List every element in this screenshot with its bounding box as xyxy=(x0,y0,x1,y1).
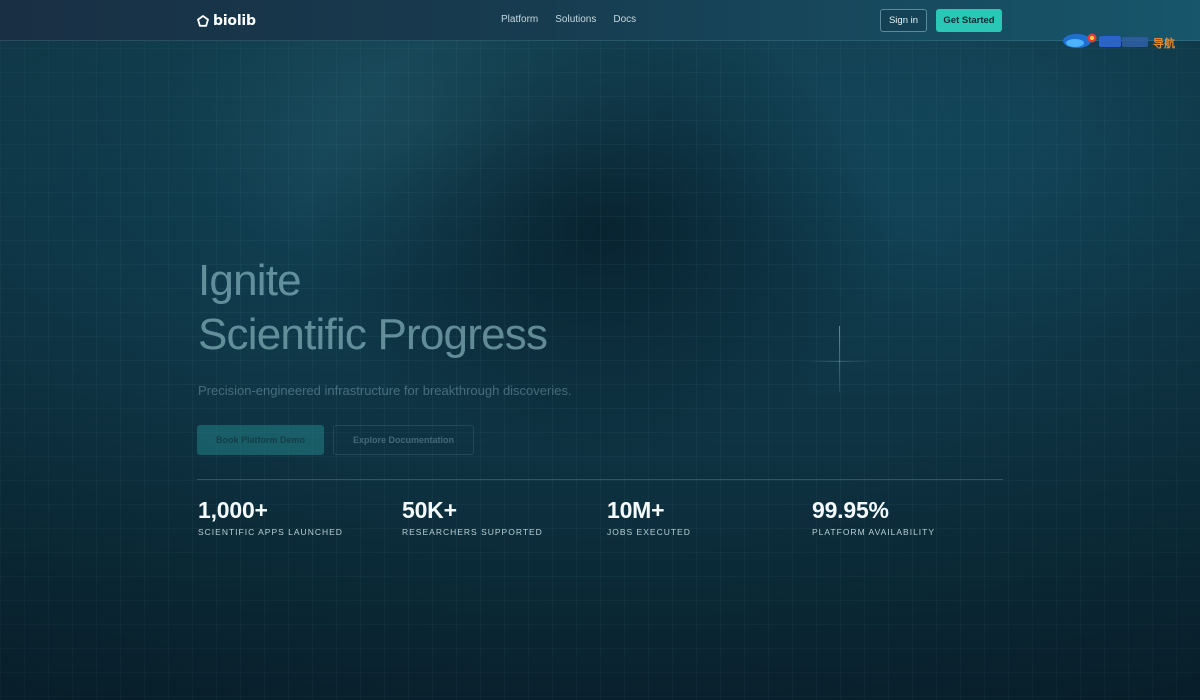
hero-title: Ignite Scientific Progress xyxy=(198,254,548,362)
background-vignette xyxy=(0,0,1200,700)
stat-value: 1,000+ xyxy=(198,497,268,523)
hero-title-line-1: Ignite xyxy=(198,256,302,305)
stat-platform-availability: 99.95% PLATFORM AVAILABILITY xyxy=(812,496,935,537)
logo-text: biolib xyxy=(213,13,256,29)
nav-link-docs[interactable]: Docs xyxy=(613,14,636,25)
stat-value: 99.95% xyxy=(812,497,889,523)
stat-jobs-executed: 10M+ JOBS EXECUTED xyxy=(607,496,691,537)
hero-title-line-2: Scientific Progress xyxy=(198,310,548,359)
stat-value: 50K+ xyxy=(402,497,457,523)
hero-subtitle: Precision-engineered infrastructure for … xyxy=(198,383,572,398)
crosshair-line-vertical xyxy=(839,326,840,392)
biolib-logo[interactable]: biolib xyxy=(197,12,256,30)
main-nav: Platform Solutions Docs xyxy=(501,14,636,25)
stat-label: PLATFORM AVAILABILITY xyxy=(812,527,936,537)
stat-value: 10M+ xyxy=(607,497,665,523)
crosshair-line-horizontal xyxy=(806,361,872,362)
top-navbar: biolib Platform Solutions Docs Sign in G… xyxy=(0,0,1200,41)
stat-label: JOBS EXECUTED xyxy=(607,527,691,537)
sign-in-button[interactable]: Sign in xyxy=(880,9,927,32)
watermark-logo: 导航 xyxy=(1060,30,1182,54)
pentagon-logo-icon xyxy=(197,15,209,27)
stat-label: RESEARCHERS SUPPORTED xyxy=(402,527,543,537)
book-platform-demo-button[interactable]: Book Platform Demo xyxy=(197,425,324,455)
svg-text:导航: 导航 xyxy=(1153,36,1175,50)
stats-divider xyxy=(197,479,1003,480)
nav-link-solutions[interactable]: Solutions xyxy=(555,14,596,25)
stat-label: SCIENTIFIC APPS LAUNCHED xyxy=(198,527,343,537)
nav-link-platform[interactable]: Platform xyxy=(501,14,538,25)
explore-documentation-button[interactable]: Explore Documentation xyxy=(333,425,474,455)
get-started-button[interactable]: Get Started xyxy=(936,9,1002,32)
stat-apps-launched: 1,000+ SCIENTIFIC APPS LAUNCHED xyxy=(198,496,343,537)
stat-researchers-supported: 50K+ RESEARCHERS SUPPORTED xyxy=(402,496,543,537)
